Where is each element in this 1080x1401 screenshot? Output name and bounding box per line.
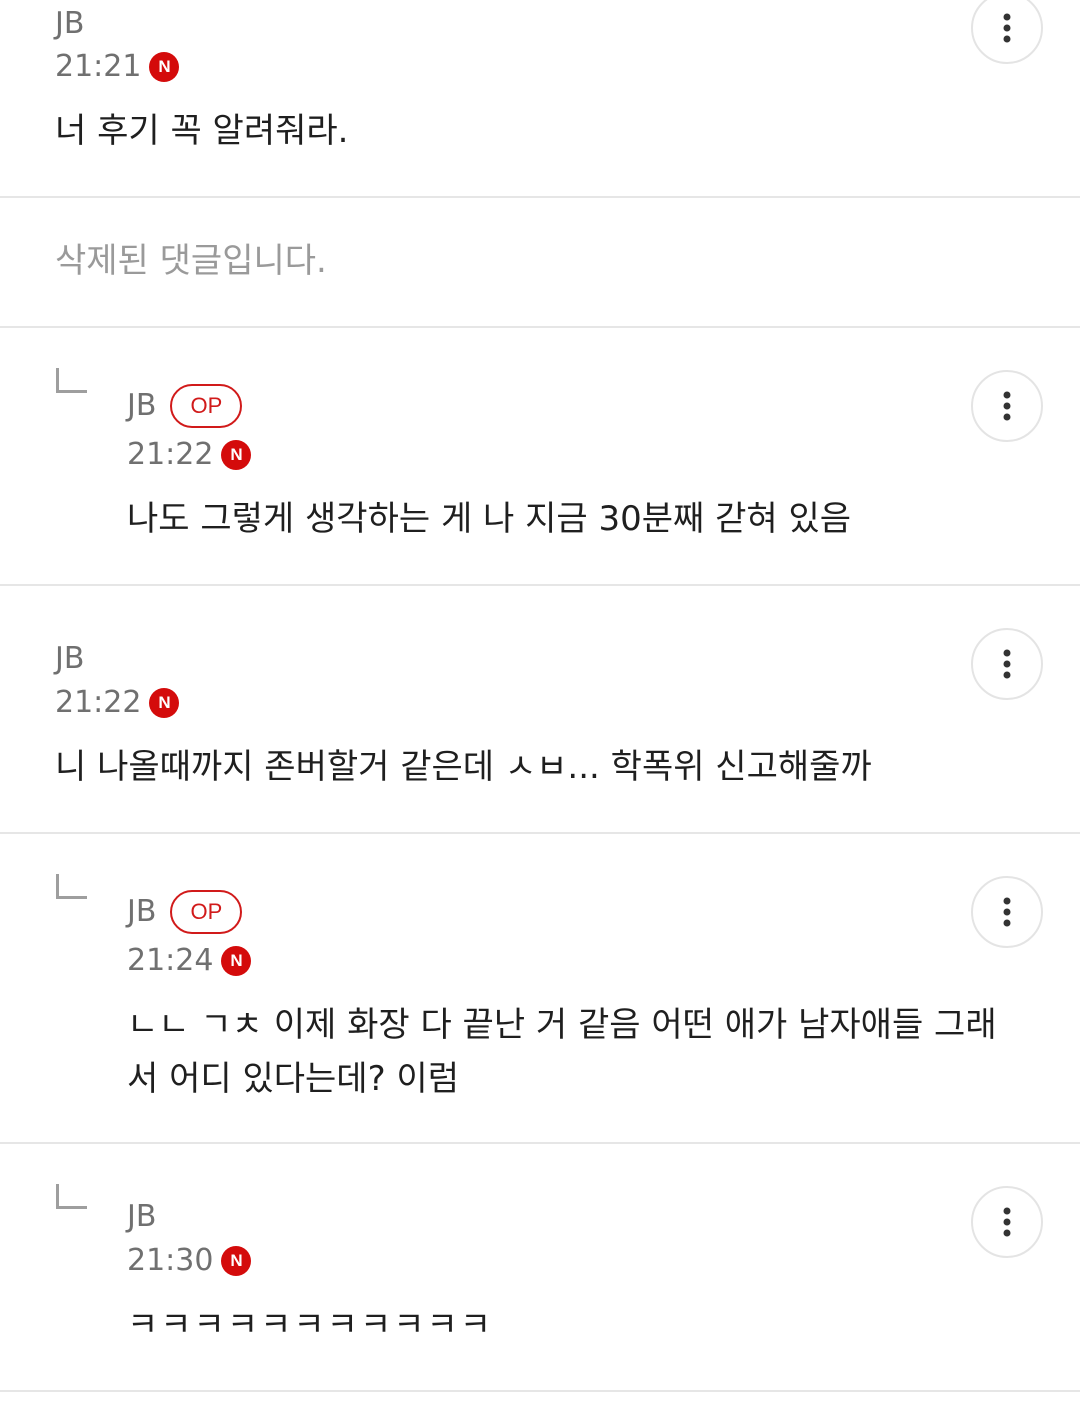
more-options-button[interactable]: [971, 1186, 1043, 1258]
time-row: 21:24 N: [127, 939, 252, 983]
more-vertical-icon: [1003, 649, 1011, 679]
new-badge: N: [149, 52, 180, 82]
comment-time: 21:22: [127, 437, 214, 472]
comment-item: JB 21:22 N 니 나올때까지 존버할거 같은데 ㅅㅂ... 학폭위 신고…: [0, 586, 1080, 834]
author-name[interactable]: JB: [127, 1195, 156, 1239]
more-vertical-icon: [1003, 391, 1011, 421]
comment-time: 21:22: [55, 685, 142, 720]
comment-item: JB 21:21 N 너 후기 꼭 알려줘라.: [0, 0, 1080, 198]
op-badge: OP: [170, 384, 243, 428]
author-row: JB: [127, 1195, 156, 1239]
reply-indent-icon: [56, 874, 87, 899]
reply-comment-item: JB OP 21:24 N ㄴㄴ ㄱㅊ 이제 화장 다 끝난 거 같음 어떤 애…: [0, 834, 1080, 1144]
author-name[interactable]: JB: [55, 637, 84, 681]
more-options-button[interactable]: [971, 876, 1043, 948]
author-name[interactable]: JB: [55, 2, 84, 46]
new-badge: N: [221, 1246, 252, 1276]
author-name[interactable]: JB: [127, 384, 156, 428]
more-options-button[interactable]: [971, 370, 1043, 442]
author-row: JB: [55, 637, 84, 681]
time-row: 21:22 N: [127, 433, 252, 477]
comment-time: 21:30: [127, 1243, 214, 1278]
more-vertical-icon: [1003, 1207, 1011, 1237]
more-vertical-icon: [1003, 13, 1011, 43]
comment-text: ㅋㅋㅋㅋㅋㅋㅋㅋㅋㅋㅋ: [127, 1305, 494, 1345]
deleted-comment-text: 삭제된 댓글입니다.: [55, 241, 327, 281]
time-row: 21:30 N: [127, 1239, 252, 1283]
op-badge: OP: [170, 890, 243, 934]
new-badge: N: [149, 688, 180, 718]
reply-indent-icon: [56, 1184, 87, 1209]
reply-comment-item: JB 21:30 N ㅋㅋㅋㅋㅋㅋㅋㅋㅋㅋㅋ: [0, 1144, 1080, 1392]
reply-indent-icon: [56, 368, 87, 393]
new-badge: N: [221, 440, 252, 470]
comment-time: 21:24: [127, 943, 214, 978]
comment-text: 나도 그렇게 생각하는 게 나 지금 30분째 갇혀 있음: [127, 499, 852, 539]
reply-comment-item: JB OP 21:22 N 나도 그렇게 생각하는 게 나 지금 30분째 갇혀…: [0, 328, 1080, 586]
more-vertical-icon: [1003, 897, 1011, 927]
comment-time: 21:21: [55, 49, 142, 84]
more-options-button[interactable]: [971, 628, 1043, 700]
deleted-comment-item: 삭제된 댓글입니다.: [0, 198, 1080, 328]
author-row: JB OP: [127, 890, 243, 934]
comment-text-line: ㄴㄴ ㄱㅊ 이제 화장 다 끝난 거 같음 어떤 애가 남자애들 그래: [127, 1005, 997, 1045]
comment-text: 너 후기 꼭 알려줘라.: [55, 111, 349, 151]
time-row: 21:22 N: [55, 681, 180, 725]
more-options-button[interactable]: [971, 0, 1043, 64]
comment-text-line: 서 어디 있다는데? 이럼: [127, 1059, 459, 1099]
author-name[interactable]: JB: [127, 890, 156, 934]
time-row: 21:21 N: [55, 45, 180, 89]
author-row: JB OP: [127, 384, 243, 428]
comment-text: 니 나올때까지 존버할거 같은데 ㅅㅂ... 학폭위 신고해줄까: [55, 747, 872, 787]
author-row: JB: [55, 2, 84, 46]
new-badge: N: [221, 946, 252, 976]
